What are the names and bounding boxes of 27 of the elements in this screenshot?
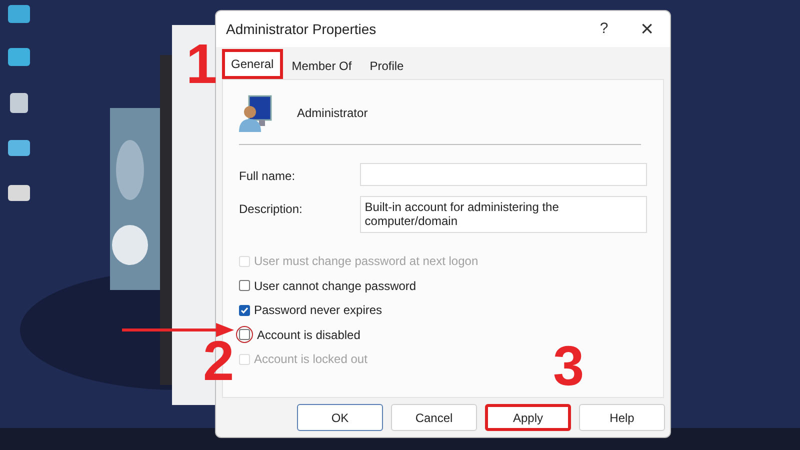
dialog-button[interactable]: Apply bbox=[485, 404, 571, 431]
checkbox-label: Password never expires bbox=[254, 302, 382, 320]
tab[interactable]: Profile bbox=[360, 53, 413, 79]
dialog-button[interactable]: Help bbox=[579, 404, 665, 431]
dialog-button[interactable]: Cancel bbox=[391, 404, 477, 431]
tab[interactable]: General bbox=[222, 49, 283, 79]
checkbox-label: Account is locked out bbox=[254, 351, 368, 368]
user-name: Administrator bbox=[297, 105, 368, 122]
dialog-button[interactable]: OK bbox=[297, 404, 383, 431]
window-title: Administrator Properties bbox=[226, 20, 378, 39]
user-computer-icon bbox=[239, 94, 273, 132]
checkbox-label: User must change password at next logon bbox=[254, 253, 478, 270]
close-button[interactable]: × bbox=[624, 14, 670, 44]
checkbox[interactable] bbox=[239, 329, 250, 340]
step-number: 1 bbox=[186, 36, 218, 92]
description-field[interactable]: Built-in account for administering the computer/domain bbox=[360, 196, 647, 233]
step-number: 3 bbox=[553, 338, 584, 394]
field-label: Full name: bbox=[239, 168, 296, 185]
help-button[interactable]: ? bbox=[584, 14, 624, 44]
tab[interactable]: Member Of bbox=[282, 53, 361, 79]
checkbox[interactable] bbox=[239, 304, 250, 316]
full-name-field[interactable] bbox=[360, 163, 647, 186]
checkbox[interactable] bbox=[239, 280, 250, 292]
checkbox-label: Account is disabled bbox=[257, 326, 360, 344]
checkbox-label: User cannot change password bbox=[254, 278, 416, 295]
field-label: Description: bbox=[239, 201, 304, 218]
step-number: 2 bbox=[203, 333, 234, 389]
